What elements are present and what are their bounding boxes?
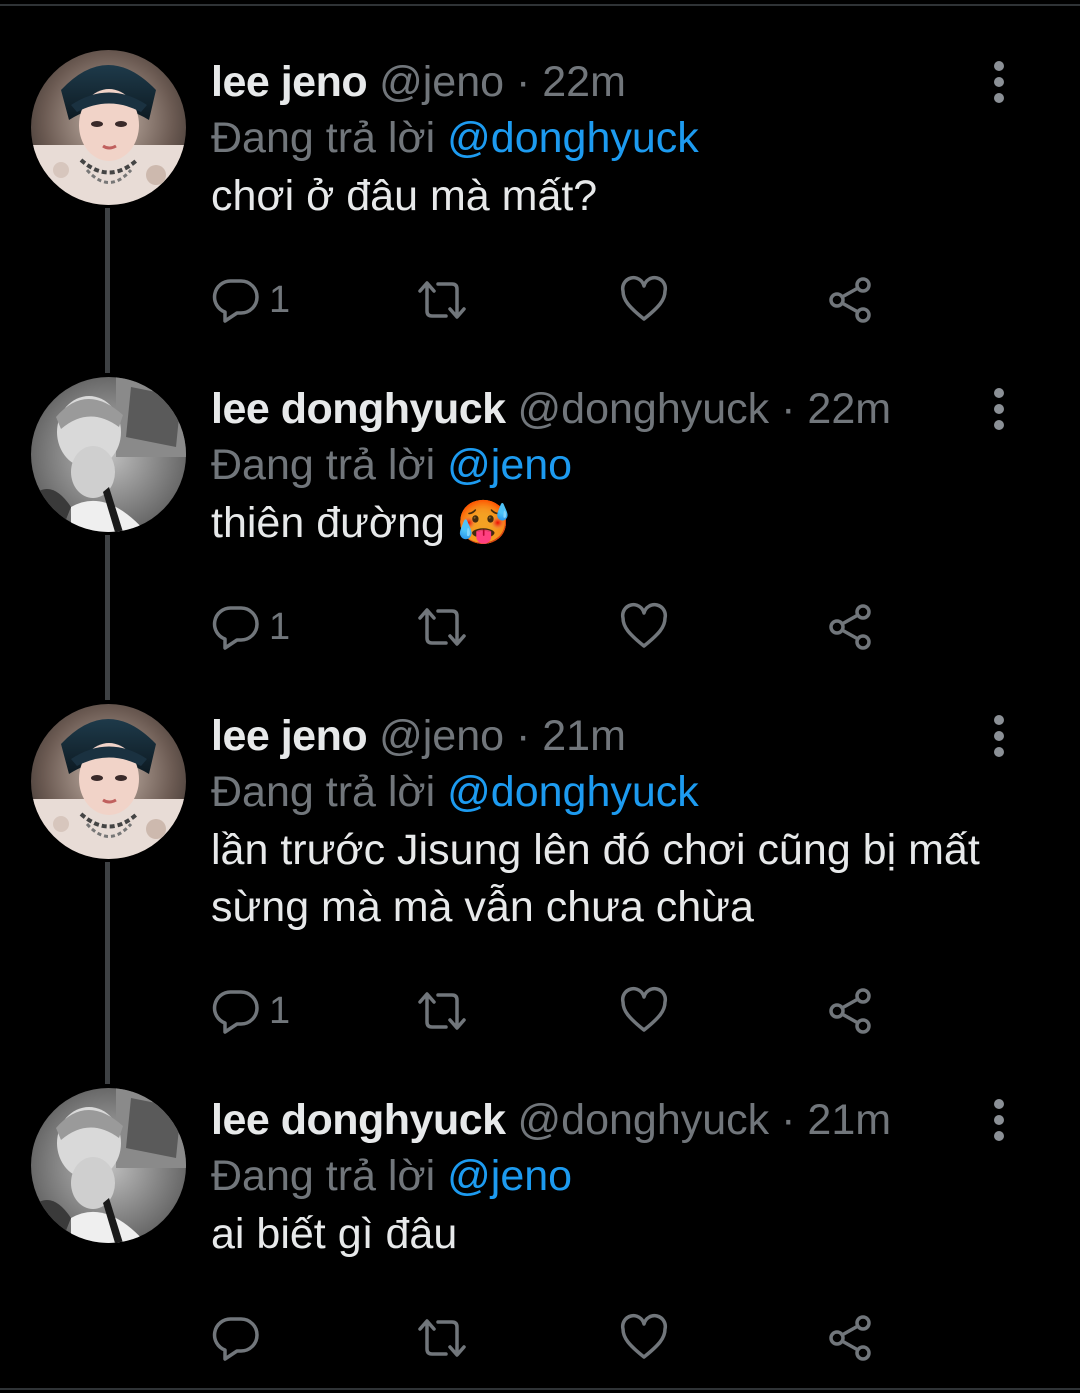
thread-connector bbox=[105, 208, 110, 373]
bottom-divider bbox=[0, 1388, 1080, 1390]
retweet-icon bbox=[418, 608, 466, 646]
tweet-header: lee donghyuck @donghyuck · 21m bbox=[211, 1094, 891, 1146]
tweet-actions bbox=[211, 1310, 911, 1366]
thread-connector bbox=[105, 535, 110, 700]
jeno-avatar-image bbox=[31, 704, 186, 859]
replying-to: Đang trả lời @jeno bbox=[211, 1150, 572, 1202]
replying-to-label: Đang trả lời bbox=[211, 441, 436, 489]
tweet-text: thiên đường 🥵 bbox=[211, 499, 511, 547]
reply-icon bbox=[212, 990, 259, 1034]
more-options-button[interactable] bbox=[984, 714, 1014, 758]
more-options-button[interactable] bbox=[984, 60, 1014, 104]
like-icon bbox=[620, 603, 668, 648]
handle[interactable]: @jeno bbox=[379, 712, 504, 760]
handle[interactable]: @donghyuck bbox=[518, 1096, 770, 1144]
avatar[interactable] bbox=[31, 704, 186, 859]
mention-link[interactable]: @donghyuck bbox=[447, 768, 699, 816]
like-icon bbox=[620, 1314, 668, 1359]
replying-to-label: Đang trả lời bbox=[211, 768, 436, 816]
separator: · bbox=[781, 1096, 796, 1144]
like-button[interactable] bbox=[619, 599, 669, 655]
mention-link[interactable]: @donghyuck bbox=[447, 114, 699, 162]
avatar[interactable] bbox=[31, 50, 186, 205]
separator: · bbox=[515, 712, 531, 760]
tweet-header: lee jeno @jeno · 22m bbox=[211, 56, 626, 108]
more-options-icon bbox=[994, 61, 1004, 103]
jeno-avatar-image bbox=[31, 50, 186, 205]
share-button[interactable] bbox=[825, 599, 875, 655]
tweet-actions: 1 bbox=[211, 272, 911, 328]
reply-icon bbox=[212, 279, 259, 323]
avatar[interactable] bbox=[31, 377, 186, 532]
retweet-icon bbox=[418, 992, 466, 1030]
timestamp[interactable]: 21m bbox=[807, 1096, 891, 1144]
tweet-header: lee donghyuck @donghyuck · 22m bbox=[211, 383, 891, 435]
timestamp[interactable]: 22m bbox=[542, 58, 626, 106]
retweet-button[interactable] bbox=[414, 1310, 470, 1366]
share-icon bbox=[829, 1315, 871, 1361]
tweet-text: ai biết gì đâu bbox=[211, 1210, 458, 1258]
tweet-text: lần trước Jisung lên đó chơi cũng bị mất… bbox=[211, 826, 980, 931]
reply-icon bbox=[212, 1317, 259, 1361]
handle[interactable]: @donghyuck bbox=[518, 385, 770, 433]
retweet-icon bbox=[418, 1319, 466, 1357]
avatar[interactable] bbox=[31, 1088, 186, 1243]
like-button[interactable] bbox=[619, 983, 669, 1039]
like-icon bbox=[620, 276, 668, 321]
share-icon bbox=[829, 277, 871, 323]
replying-to-label: Đang trả lời bbox=[211, 114, 436, 162]
reply-button[interactable]: 1 bbox=[211, 599, 290, 655]
mention-link[interactable]: @jeno bbox=[447, 441, 572, 489]
more-options-icon bbox=[994, 1099, 1004, 1141]
tweet-actions: 1 bbox=[211, 599, 911, 655]
display-name[interactable]: lee jeno bbox=[211, 712, 368, 760]
reply-count: 1 bbox=[269, 279, 291, 321]
replying-to: Đang trả lời @jeno bbox=[211, 439, 572, 491]
more-options-button[interactable] bbox=[984, 387, 1014, 431]
retweet-button[interactable] bbox=[414, 983, 470, 1039]
share-button[interactable] bbox=[825, 272, 875, 328]
like-icon bbox=[620, 987, 668, 1032]
more-options-icon bbox=[994, 715, 1004, 757]
display-name[interactable]: lee donghyuck bbox=[211, 1096, 506, 1144]
display-name[interactable]: lee jeno bbox=[211, 58, 368, 106]
thread-connector bbox=[105, 862, 110, 1084]
retweet-button[interactable] bbox=[414, 272, 470, 328]
separator: · bbox=[781, 385, 796, 433]
reply-button[interactable] bbox=[211, 1310, 269, 1366]
share-icon bbox=[829, 988, 871, 1034]
tweet-header: lee jeno @jeno · 21m bbox=[211, 710, 626, 762]
like-button[interactable] bbox=[619, 1310, 669, 1366]
reply-button[interactable]: 1 bbox=[211, 272, 290, 328]
timestamp[interactable]: 22m bbox=[807, 385, 891, 433]
like-button[interactable] bbox=[619, 272, 669, 328]
reply-count: 1 bbox=[269, 990, 291, 1032]
handle[interactable]: @jeno bbox=[379, 58, 504, 106]
share-button[interactable] bbox=[825, 1310, 875, 1366]
replying-to-label: Đang trả lời bbox=[211, 1152, 436, 1200]
replying-to: Đang trả lời @donghyuck bbox=[211, 112, 699, 164]
more-options-icon bbox=[994, 388, 1004, 430]
reply-button[interactable]: 1 bbox=[211, 983, 290, 1039]
more-options-button[interactable] bbox=[984, 1098, 1014, 1142]
top-divider bbox=[0, 4, 1080, 6]
donghyuck-avatar-image bbox=[31, 377, 186, 532]
reply-count: 1 bbox=[269, 606, 291, 648]
share-icon bbox=[829, 604, 871, 650]
timestamp[interactable]: 21m bbox=[542, 712, 626, 760]
mention-link[interactable]: @jeno bbox=[447, 1152, 572, 1200]
retweet-icon bbox=[418, 281, 466, 319]
tweet-text: chơi ở đâu mà mất? bbox=[211, 172, 598, 220]
display-name[interactable]: lee donghyuck bbox=[211, 385, 506, 433]
separator: · bbox=[515, 58, 531, 106]
reply-icon bbox=[212, 606, 259, 650]
share-button[interactable] bbox=[825, 983, 875, 1039]
replying-to: Đang trả lời @donghyuck bbox=[211, 766, 699, 818]
tweet-actions: 1 bbox=[211, 983, 911, 1039]
retweet-button[interactable] bbox=[414, 599, 470, 655]
donghyuck-avatar-image bbox=[31, 1088, 186, 1243]
